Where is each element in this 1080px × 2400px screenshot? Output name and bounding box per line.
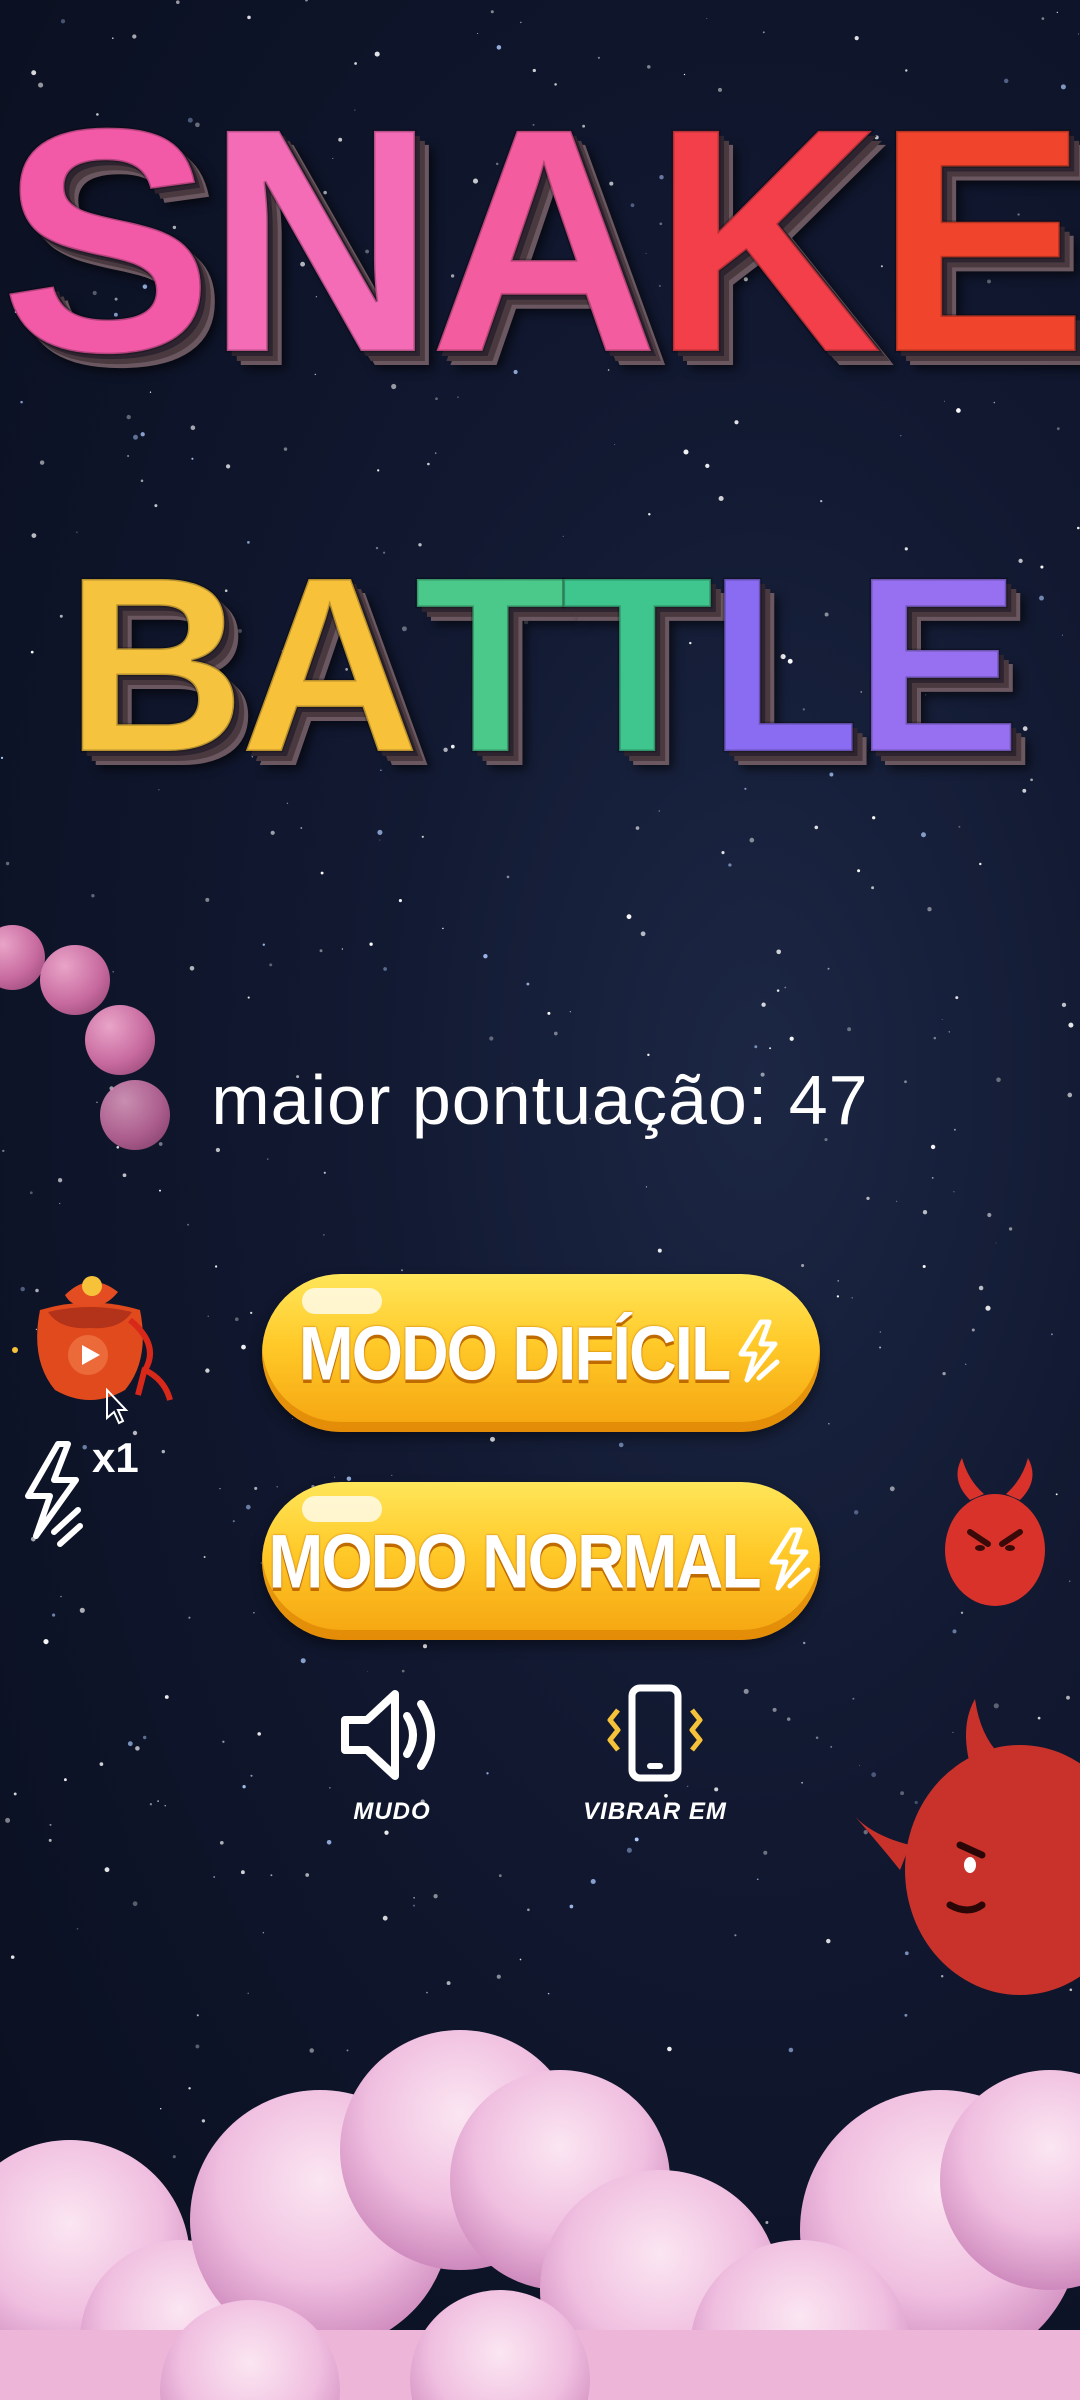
title-letter: T: [413, 525, 569, 804]
hard-mode-label: MODO DIFÍCIL: [298, 1310, 732, 1396]
lightning-bolt-icon: [738, 1319, 780, 1383]
vibrate-toggle[interactable]: VIBRAR EM: [575, 1680, 735, 1840]
high-score-label: maior pontuação:: [211, 1061, 769, 1139]
title-letter: S: [0, 61, 215, 419]
title-letter: E: [873, 61, 1080, 419]
speaker-icon: [341, 1690, 435, 1780]
phone-vibrate-icon: [607, 1684, 703, 1782]
title-letter: L: [706, 525, 862, 804]
title-letter: A: [427, 61, 661, 419]
title-letter: A: [238, 525, 422, 804]
title-snake: SNAKE: [0, 61, 1080, 540]
snake-segment: [40, 945, 110, 1015]
title-letter: K: [650, 61, 884, 419]
high-score-text: maior pontuação: 47: [0, 1060, 1080, 1140]
title-battle: BATTLE: [0, 525, 1080, 804]
game-menu-screen: SNAKE BATTLE maior pontuação: 47 x1 MODO…: [0, 0, 1080, 2400]
sound-toggle-label: MUDO: [353, 1798, 431, 1825]
devil-enemy-icon: [945, 1458, 1045, 1606]
normal-mode-label: MODO NORMAL: [268, 1518, 761, 1604]
sound-toggle[interactable]: MUDO: [312, 1680, 472, 1840]
vibrate-toggle-label: VIBRAR EM: [583, 1798, 727, 1825]
title-letter: T: [559, 525, 715, 804]
normal-mode-button[interactable]: MODO NORMAL: [262, 1482, 820, 1640]
gift-bag-icon[interactable]: [10, 1250, 175, 1415]
cloud-decoration: [0, 2030, 1080, 2400]
pointer-hint-icon: [106, 1388, 129, 1425]
lightning-bolt-icon: [25, 1441, 83, 1547]
hard-mode-button[interactable]: MODO DIFÍCIL: [262, 1274, 820, 1432]
title-letter: N: [204, 61, 438, 419]
high-score-value: 47: [788, 1061, 869, 1139]
title-letter: E: [853, 525, 1023, 804]
energy-count: x1: [92, 1434, 139, 1481]
title-letter: B: [64, 525, 248, 804]
devil-enemy-icon: [852, 1699, 1080, 1995]
lightning-bolt-icon: [769, 1527, 811, 1591]
